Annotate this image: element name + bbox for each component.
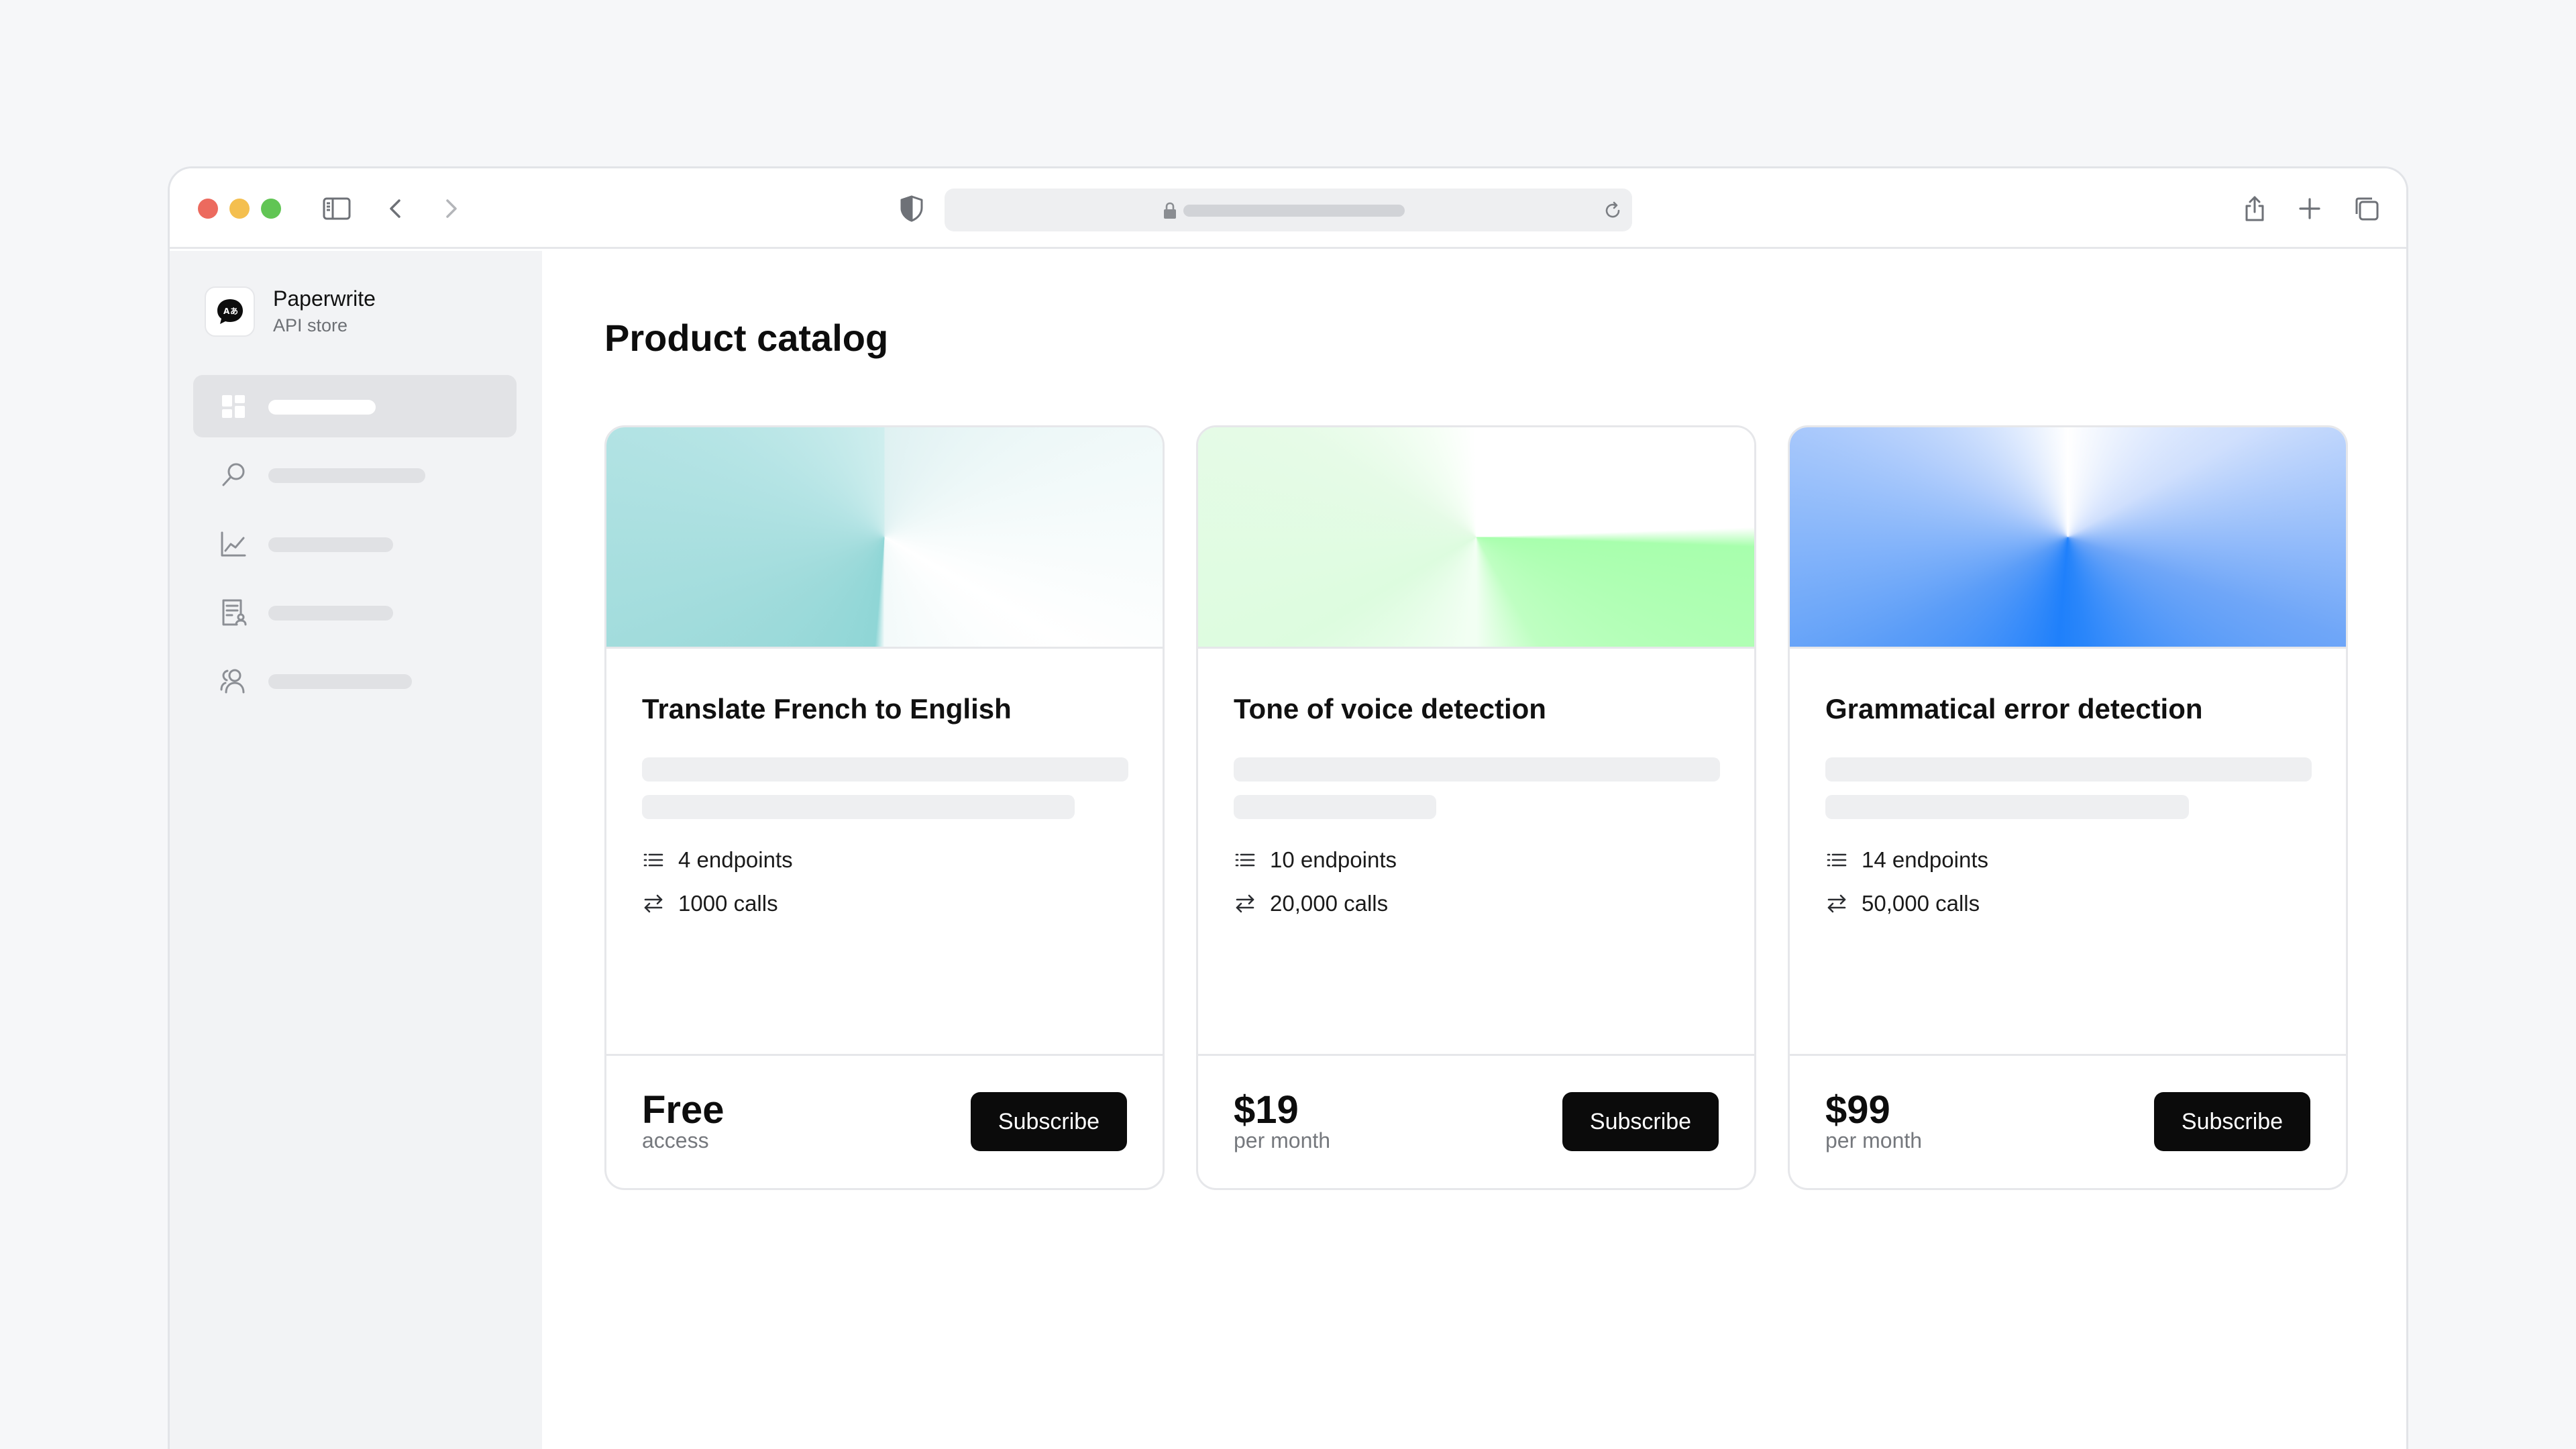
page-title: Product catalog	[604, 317, 889, 359]
list-icon	[1825, 849, 1848, 871]
brand-subtitle: API store	[273, 315, 348, 335]
card-footer: Free access Subscribe	[606, 1054, 1163, 1188]
endpoints-count: 14 endpoints	[1862, 847, 1988, 872]
product-card: Translate French to English 4 endpoints	[604, 425, 1165, 1190]
price-period: access	[642, 1128, 709, 1152]
description-placeholder-line	[642, 795, 1075, 819]
calls-info: 50,000 calls	[1825, 890, 1980, 917]
address-bar[interactable]	[945, 189, 1632, 231]
price-period: per month	[1825, 1128, 1923, 1152]
description-placeholder-line	[1825, 795, 2189, 819]
price-period: per month	[1234, 1128, 1331, 1152]
card-footer: $99 per month Subscribe	[1790, 1054, 2346, 1188]
share-icon[interactable]	[2239, 193, 2271, 225]
reload-icon[interactable]	[1603, 201, 1623, 221]
sidebar-item-label	[268, 468, 425, 483]
subscribe-button[interactable]: Subscribe	[971, 1092, 1127, 1151]
arrows-swap-icon	[1825, 892, 1848, 915]
dashboard-icon	[218, 391, 249, 422]
calls-count: 1000 calls	[678, 891, 778, 916]
list-icon	[642, 849, 665, 871]
arrows-swap-icon	[642, 892, 665, 915]
sidebar-item-dashboard[interactable]	[193, 375, 517, 437]
price: Free	[642, 1088, 724, 1132]
card-title: Tone of voice detection	[1234, 693, 1546, 724]
description-placeholder-line	[1825, 757, 2312, 782]
lock-icon	[1163, 202, 1177, 219]
search-icon	[218, 460, 249, 490]
sidebar-item-billing[interactable]	[193, 581, 517, 643]
card-footer: $19 per month Subscribe	[1198, 1054, 1754, 1188]
browser-toolbar	[170, 168, 2406, 249]
minimize-window-button[interactable]	[229, 199, 250, 219]
close-window-button[interactable]	[198, 199, 218, 219]
users-icon	[218, 665, 249, 696]
price: $99	[1825, 1088, 1890, 1132]
svg-text:A: A	[223, 307, 230, 316]
card-hero-image	[1790, 427, 2346, 649]
shield-icon[interactable]	[896, 193, 928, 225]
list-icon	[1234, 849, 1256, 871]
endpoints-count: 10 endpoints	[1270, 847, 1397, 872]
sidebar-item-label	[268, 674, 412, 689]
brand-logo[interactable]: A あ	[205, 286, 255, 337]
subscribe-button[interactable]: Subscribe	[2154, 1092, 2310, 1151]
sidebar-item-users[interactable]	[193, 649, 517, 712]
sidebar: A あ Paperwrite API store	[170, 251, 542, 1449]
card-title: Translate French to English	[642, 693, 1012, 724]
card-hero-image	[1198, 427, 1754, 649]
main-content: Product catalog Translate French to Engl…	[542, 251, 2406, 1449]
brand-name: Paperwrite	[273, 286, 376, 311]
endpoints-info: 14 endpoints	[1825, 847, 1988, 873]
description-placeholder-line	[1234, 795, 1436, 819]
invoice-icon	[218, 597, 249, 628]
calls-count: 50,000 calls	[1862, 891, 1980, 916]
card-hero-image	[606, 427, 1163, 649]
new-tab-plus-icon[interactable]	[2294, 193, 2326, 225]
sidebar-item-analytics[interactable]	[193, 513, 517, 575]
endpoints-info: 10 endpoints	[1234, 847, 1397, 873]
price: $19	[1234, 1088, 1299, 1132]
calls-info: 1000 calls	[642, 890, 778, 917]
sidebar-item-label	[268, 400, 376, 415]
translate-bubble-icon: A あ	[217, 299, 243, 324]
sidebar-item-search[interactable]	[193, 443, 517, 506]
endpoints-count: 4 endpoints	[678, 847, 793, 872]
back-chevron-icon[interactable]	[380, 193, 412, 225]
browser-window: A あ Paperwrite API store Product catalog…	[168, 166, 2408, 1449]
description-placeholder-line	[642, 757, 1128, 782]
card-title: Grammatical error detection	[1825, 693, 2203, 724]
chart-icon	[218, 529, 249, 559]
svg-text:あ: あ	[230, 307, 238, 316]
sidebar-item-label	[268, 606, 393, 621]
arrows-swap-icon	[1234, 892, 1256, 915]
subscribe-button[interactable]: Subscribe	[1562, 1092, 1719, 1151]
description-placeholder-line	[1234, 757, 1720, 782]
sidebar-toggle-icon[interactable]	[321, 193, 353, 225]
product-card: Grammatical error detection 14 endpoints	[1788, 425, 2348, 1190]
calls-count: 20,000 calls	[1270, 891, 1389, 916]
tabs-overview-icon[interactable]	[2351, 193, 2383, 225]
product-card: Tone of voice detection 10 endpoints 20,…	[1196, 425, 1756, 1190]
calls-info: 20,000 calls	[1234, 890, 1388, 917]
url-placeholder	[1183, 205, 1405, 217]
endpoints-info: 4 endpoints	[642, 847, 793, 873]
maximize-window-button[interactable]	[261, 199, 281, 219]
forward-chevron-icon[interactable]	[435, 193, 467, 225]
sidebar-item-label	[268, 537, 393, 552]
